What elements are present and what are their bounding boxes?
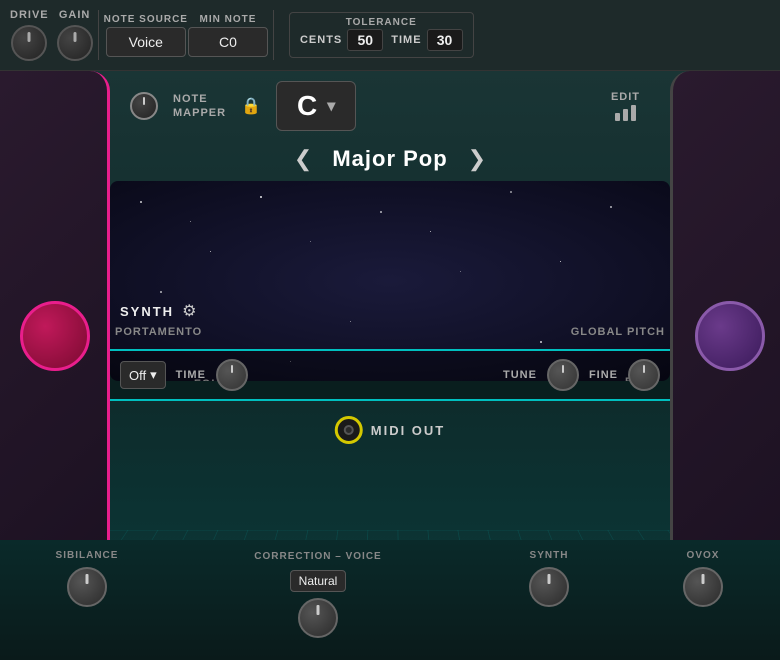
note-source-section: NOTE SOURCE Voice [104,14,188,57]
edit-bars-icon[interactable] [615,105,636,121]
star-11 [460,271,461,272]
natural-value: Natural [299,574,338,588]
global-pitch-section-label: GLOBAL PITCH [571,326,665,338]
edit-area: EDIT [611,91,640,121]
edit-bar-1 [615,113,620,121]
ovox-label: OVOX [687,550,720,561]
portamento-off-value: Off [129,368,146,383]
preset-prev-button[interactable]: ❮ [289,146,317,172]
portamento-time-label: TIME [176,369,206,381]
synth-label: SYNTH [120,304,174,319]
drive-group: DRIVE GAIN [10,9,93,61]
midi-inner-dot [344,425,354,435]
correction-label: CORRECTION – VOICE [254,550,381,564]
lock-icon: 🔒 [241,96,261,116]
synth-bottom-knob[interactable] [529,567,569,607]
min-note-dropdown[interactable]: C0 [188,27,268,57]
right-big-knob[interactable] [695,301,765,371]
edit-bar-3 [631,105,636,121]
note-mapper-area: NOTE MAPPER 🔒 C ▾ EDIT [130,81,650,131]
star-10 [210,251,211,252]
cents-value: 50 [347,29,383,51]
star-1 [140,201,142,203]
separator-2 [273,10,274,60]
note-mapper-label1: NOTE [173,92,226,106]
note-mapper-labels: NOTE MAPPER [173,92,226,121]
ovox-item: OVOX [626,550,780,607]
bottom-controls-bar: Off ▾ TIME TUNE FINE [110,349,670,401]
section-labels-row: PORTAMENTO GLOBAL PITCH [115,326,665,338]
midi-out-label: MIDI OUT [371,423,446,438]
star-7 [510,191,512,193]
star-6 [430,231,431,232]
note-source-label: NOTE SOURCE [104,14,188,25]
portamento-section-label: PORTAMENTO [115,326,202,338]
star-3 [260,196,262,198]
separator-1 [98,10,99,60]
gear-icon[interactable]: ⚙ [182,301,196,321]
portamento-time-knob[interactable] [216,359,248,391]
star-13 [350,321,351,322]
time-value: 30 [427,29,463,51]
bottom-section: SIBILANCE CORRECTION – VOICE Natural SYN… [0,540,780,660]
gain-knob[interactable] [57,25,93,61]
midi-out-area: MIDI OUT [335,416,446,444]
drive-knob[interactable] [11,25,47,61]
preset-next-button[interactable]: ❯ [463,146,491,172]
time-item: TIME 30 [391,29,462,51]
ovox-knob[interactable] [683,567,723,607]
chevron-down-icon: ▾ [327,96,335,116]
star-2 [190,221,191,222]
note-mapper-label2: MAPPER [173,106,226,120]
note-mapper-dropdown[interactable]: C ▾ [276,81,356,131]
synth-bottom-item: SYNTH [472,550,626,607]
sibilance-item: SIBILANCE [10,550,164,607]
min-note-section: MIN NOTE C0 [188,14,268,57]
star-9 [610,206,612,208]
edit-label: EDIT [611,91,640,103]
natural-dropdown[interactable]: Natural [290,570,347,592]
tolerance-section: TOLERANCE CENTS 50 TIME 30 [289,12,474,58]
top-bar: DRIVE GAIN NOTE SOURCE Voice MIN NOTE C0… [0,0,780,71]
min-note-label: MIN NOTE [200,14,257,25]
gain-label: GAIN [59,9,91,21]
edit-bar-2 [623,109,628,121]
cents-item: CENTS 50 [300,29,383,51]
note-mapper-value: C [297,90,317,122]
synth-label-area: SYNTH ⚙ [120,301,196,321]
synth-bottom-label: SYNTH [530,550,569,561]
global-pitch-controls: TUNE FINE [503,359,660,391]
tune-label: TUNE [503,369,537,381]
star-8 [560,261,561,262]
sibilance-label: SIBILANCE [56,550,119,561]
tolerance-label: TOLERANCE [346,17,417,28]
correction-knob[interactable] [298,598,338,638]
correction-item: CORRECTION – VOICE Natural [164,550,472,638]
sibilance-knob[interactable] [67,567,107,607]
midi-out-indicator[interactable] [335,416,363,444]
tune-knob[interactable] [547,359,579,391]
left-big-knob[interactable] [20,301,90,371]
time-label: TIME [391,34,421,46]
drive-label: DRIVE [10,9,49,21]
star-14 [540,341,542,343]
left-knob-area [10,301,100,371]
portamento-off-dropdown[interactable]: Off ▾ [120,361,166,389]
cents-label: CENTS [300,34,342,46]
preset-nav: ❮ Major Pop ❯ [110,146,670,172]
fine-knob[interactable] [628,359,660,391]
star-12 [160,291,162,293]
note-source-dropdown[interactable]: Voice [106,27,186,57]
fine-label: FINE [589,369,618,381]
star-5 [380,211,382,213]
preset-name: Major Pop [332,146,447,172]
note-mapper-knob[interactable] [130,92,158,120]
star-4 [310,241,311,242]
portamento-chevron: ▾ [150,367,157,383]
